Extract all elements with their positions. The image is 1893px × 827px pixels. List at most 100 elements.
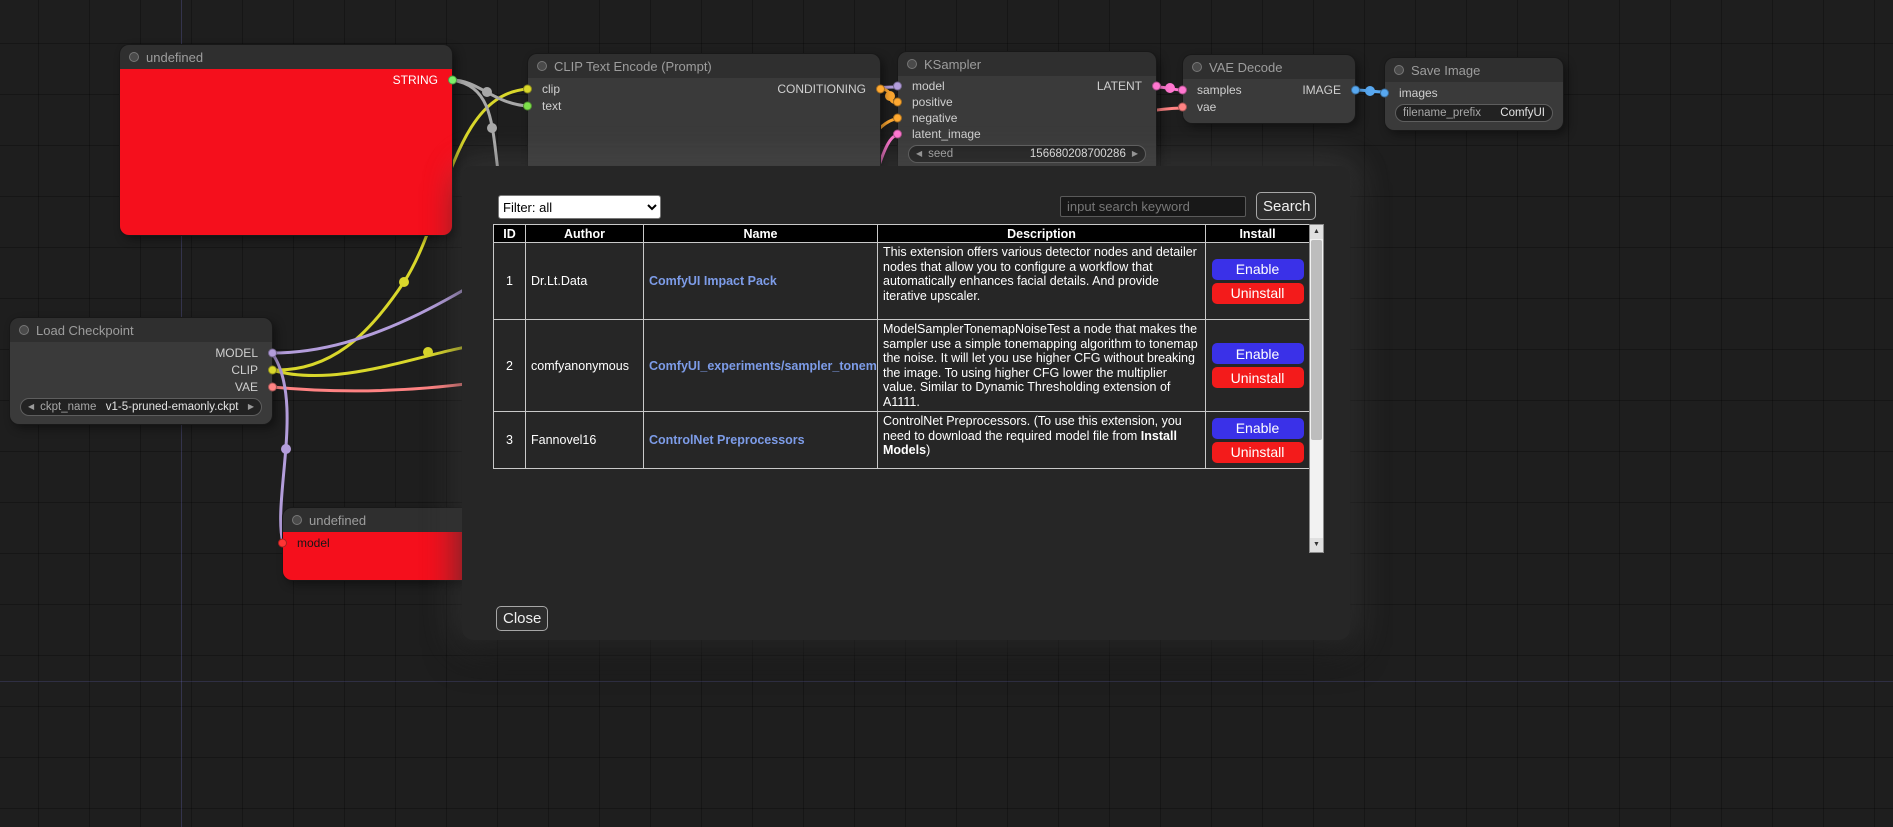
output-label: LATENT (1097, 79, 1156, 93)
output-slot-vae[interactable] (268, 382, 277, 391)
link-midpoint-dot (487, 123, 497, 133)
table-header-row: ID Author Name Description Install (494, 225, 1310, 243)
collapse-dot[interactable] (292, 515, 302, 525)
table-row: 2 comfyanonymous ComfyUI_experiments/sam… (494, 320, 1310, 412)
input-label: vae (1183, 100, 1216, 114)
collapse-dot[interactable] (537, 61, 547, 71)
uninstall-button[interactable]: Uninstall (1212, 283, 1304, 304)
node-title-bar[interactable]: VAE Decode (1183, 55, 1355, 79)
extension-link[interactable]: ComfyUI Impact Pack (649, 274, 777, 288)
extension-link[interactable]: ControlNet Preprocessors (649, 433, 805, 447)
node-ksampler[interactable]: KSampler model LATENT positive negative … (898, 52, 1156, 178)
table-row: 3 Fannovel16 ControlNet Preprocessors Co… (494, 412, 1310, 469)
widget-label: ckpt_name (40, 401, 96, 413)
link-midpoint-dot (423, 347, 433, 357)
input-label: negative (898, 111, 957, 125)
input-slot-positive[interactable] (893, 98, 902, 107)
scrollbar-thumb[interactable] (1311, 240, 1322, 440)
node-title-bar[interactable]: KSampler (898, 52, 1156, 76)
node-title-bar[interactable]: Load Checkpoint (10, 318, 272, 342)
uninstall-button[interactable]: Uninstall (1212, 442, 1304, 463)
enable-button[interactable]: Enable (1212, 259, 1304, 280)
input-slot-clip[interactable] (523, 84, 532, 93)
input-slot-images[interactable] (1380, 88, 1389, 97)
collapse-dot[interactable] (129, 52, 139, 62)
canvas-axis-horizontal (0, 681, 1893, 682)
row-id: 2 (494, 320, 526, 412)
row-author: comfyanonymous (526, 320, 644, 412)
output-label: IMAGE (1302, 83, 1355, 97)
output-label: MODEL (215, 346, 258, 360)
input-slot-text[interactable] (523, 101, 532, 110)
scroll-down-icon[interactable]: ▼ (1310, 538, 1323, 552)
node-load-checkpoint[interactable]: Load Checkpoint MODEL CLIP VAE ◀ ckpt_na… (10, 318, 272, 424)
input-slot-latent-image[interactable] (893, 130, 902, 139)
node-title: Save Image (1411, 63, 1480, 78)
widget-label: seed (928, 148, 953, 160)
output-slot-latent[interactable] (1152, 82, 1161, 91)
close-button[interactable]: Close (496, 606, 548, 631)
node-vae-decode[interactable]: VAE Decode samples IMAGE vae (1183, 55, 1355, 123)
seed-widget[interactable]: ◀ seed 156680208700286 ▶ (908, 145, 1146, 163)
row-id: 3 (494, 412, 526, 469)
table-scrollbar[interactable]: ▲ ▼ (1309, 224, 1324, 553)
decrement-arrow-icon[interactable]: ◀ (916, 150, 922, 158)
node-title-bar[interactable]: Save Image (1385, 58, 1563, 82)
node-title: KSampler (924, 57, 981, 72)
node-body: model LATENT positive negative latent_im… (898, 76, 1156, 178)
input-slot-model[interactable] (893, 82, 902, 91)
column-header-id: ID (494, 225, 526, 243)
input-slot-vae[interactable] (1178, 102, 1187, 111)
collapse-dot[interactable] (907, 59, 917, 69)
column-header-author: Author (526, 225, 644, 243)
collapse-dot[interactable] (1394, 65, 1404, 75)
graph-canvas[interactable]: undefined STRING CLIP Text Encode (Promp… (0, 0, 1893, 827)
input-label: text (528, 99, 561, 113)
collapse-dot[interactable] (1192, 62, 1202, 72)
input-slot-negative[interactable] (893, 114, 902, 123)
input-label: model (283, 536, 330, 550)
row-id: 1 (494, 243, 526, 320)
link-midpoint-dot (281, 444, 291, 454)
filter-select[interactable]: Filter: all (498, 195, 661, 219)
output-slot-image[interactable] (1351, 85, 1360, 94)
input-label: clip (528, 82, 560, 96)
node-title-bar[interactable]: CLIP Text Encode (Prompt) (528, 54, 880, 78)
previous-arrow-icon[interactable]: ◀ (28, 403, 34, 411)
link-midpoint-dot (399, 277, 409, 287)
widget-label: filename_prefix (1403, 107, 1481, 119)
node-title-bar[interactable]: undefined (120, 45, 452, 69)
ckpt-name-widget[interactable]: ◀ ckpt_name v1-5-pruned-emaonly.ckpt ▶ (20, 398, 262, 416)
link-string-to-text (452, 80, 528, 106)
node-save-image[interactable]: Save Image images filename_prefix ComfyU… (1385, 58, 1563, 130)
enable-button[interactable]: Enable (1212, 343, 1304, 364)
node-title: undefined (146, 50, 203, 65)
link-midpoint-dot (1165, 83, 1175, 93)
node-body: images filename_prefix ComfyUI (1385, 82, 1563, 130)
output-slot-conditioning[interactable] (876, 84, 885, 93)
collapse-dot[interactable] (19, 325, 29, 335)
search-input[interactable] (1060, 196, 1246, 217)
output-slot-clip[interactable] (268, 365, 277, 374)
column-header-install: Install (1206, 225, 1310, 243)
output-slot-model[interactable] (268, 348, 277, 357)
input-slot-model[interactable] (278, 538, 287, 547)
extension-link[interactable]: ComfyUI_experiments/sampler_tonemap (649, 359, 878, 373)
uninstall-button[interactable]: Uninstall (1212, 367, 1304, 388)
output-slot-string[interactable] (448, 76, 457, 85)
input-slot-samples[interactable] (1178, 85, 1187, 94)
column-header-name: Name (644, 225, 878, 243)
filename-prefix-widget[interactable]: filename_prefix ComfyUI (1395, 104, 1553, 122)
scroll-up-icon[interactable]: ▲ (1310, 225, 1323, 239)
node-undefined-top[interactable]: undefined STRING (120, 45, 452, 235)
custom-nodes-table: ID Author Name Description Install 1 Dr.… (493, 224, 1310, 469)
node-body: MODEL CLIP VAE ◀ ckpt_name v1-5-pruned-e… (10, 342, 272, 424)
search-button[interactable]: Search (1256, 192, 1316, 220)
enable-button[interactable]: Enable (1212, 418, 1304, 439)
row-author: Dr.Lt.Data (526, 243, 644, 320)
increment-arrow-icon[interactable]: ▶ (1132, 150, 1138, 158)
node-body: samples IMAGE vae (1183, 79, 1355, 123)
node-title: undefined (309, 513, 366, 528)
next-arrow-icon[interactable]: ▶ (248, 403, 254, 411)
output-label: CONDITIONING (777, 82, 880, 96)
